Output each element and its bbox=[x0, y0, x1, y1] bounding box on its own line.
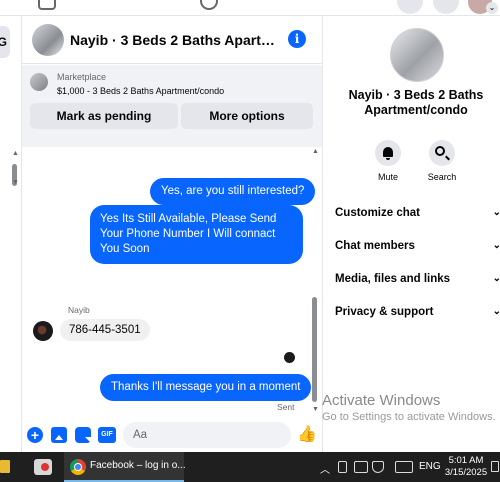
pinned-app-icon[interactable] bbox=[34, 459, 52, 475]
read-receipt-avatar bbox=[284, 352, 295, 363]
chevron-down-icon[interactable]: ⌄ bbox=[493, 269, 500, 289]
message-input-placeholder: Aa bbox=[133, 429, 148, 441]
keyboard-icon[interactable] bbox=[395, 461, 413, 473]
gaming-icon[interactable] bbox=[200, 0, 218, 10]
search-icon[interactable] bbox=[429, 140, 455, 166]
conversation-avatar[interactable] bbox=[32, 24, 64, 56]
listing-thumbnail[interactable] bbox=[30, 73, 48, 91]
incoming-message[interactable]: 786-445-3501 bbox=[60, 319, 150, 341]
section-customize-chat[interactable]: Customize chat ⌄ bbox=[335, 203, 500, 223]
watermark-title: Activate Windows bbox=[322, 392, 441, 409]
sticker-icon[interactable] bbox=[75, 427, 91, 443]
info-icon[interactable]: i bbox=[288, 30, 306, 48]
file-explorer-icon[interactable] bbox=[0, 460, 10, 473]
clock[interactable]: 5:01 AM 3/15/2025 bbox=[443, 455, 489, 479]
conversation-details-panel: Nayib · 3 Beds 2 Baths Apartment/condo M… bbox=[322, 16, 500, 452]
network-icon[interactable] bbox=[354, 461, 368, 473]
chevron-down-icon[interactable]: ⌄ bbox=[493, 236, 500, 256]
message-status: Sent bbox=[277, 402, 295, 412]
taskbar-window-title: Facebook – log in o... bbox=[90, 460, 186, 471]
chat-header: Nayib · 3 Beds 2 Baths Apartment/condo i bbox=[22, 16, 322, 64]
gif-icon[interactable]: GIF bbox=[98, 427, 116, 443]
chevron-down-icon[interactable]: ⌄ bbox=[493, 203, 500, 223]
outgoing-message[interactable]: Yes, are you still interested? bbox=[150, 178, 316, 205]
mute-action[interactable]: Mute bbox=[363, 140, 413, 182]
scroll-down-arrow-icon[interactable]: ▼ bbox=[12, 179, 19, 186]
outgoing-message[interactable]: Thanks I'll message you in a moment bbox=[100, 374, 312, 401]
bell-icon[interactable] bbox=[375, 140, 401, 166]
battery-icon[interactable] bbox=[338, 461, 347, 473]
thumbs-up-icon[interactable]: 👍 bbox=[297, 426, 317, 444]
notifications-icon[interactable] bbox=[433, 0, 459, 14]
chrome-icon bbox=[70, 459, 86, 475]
sender-name: Nayib bbox=[68, 305, 90, 315]
message-composer: + GIF Aa 👍 bbox=[22, 417, 382, 452]
clock-time: 5:01 AM bbox=[448, 455, 484, 466]
sender-avatar[interactable] bbox=[33, 321, 53, 341]
section-media-files-links[interactable]: Media, files and links ⌄ bbox=[335, 269, 500, 289]
taskbar-chrome-window[interactable]: Facebook – log in o... bbox=[64, 452, 186, 482]
thread-scrollbar[interactable]: ▲ ▼ bbox=[310, 147, 319, 417]
activate-windows-watermark: Activate Windows Go to Settings to activ… bbox=[322, 392, 500, 423]
message-input[interactable]: Aa bbox=[123, 422, 382, 448]
sidebar-partial-button[interactable]: G bbox=[0, 26, 10, 58]
listing-banner: Marketplace $1,000 - 3 Beds 2 Baths Apar… bbox=[22, 65, 322, 147]
outgoing-message[interactable]: Yes Its Still Available, Please Send You… bbox=[90, 205, 303, 264]
search-action[interactable]: Search bbox=[417, 140, 467, 182]
scroll-down-arrow-icon[interactable]: ▼ bbox=[312, 406, 319, 413]
plus-icon[interactable]: + bbox=[27, 427, 43, 443]
screen: ⌄ G ▲ ▼ Nayib · 3 Beds 2 Baths Apartment… bbox=[0, 0, 500, 482]
listing-source-label: Marketplace bbox=[57, 72, 107, 82]
conversation-large-avatar[interactable] bbox=[390, 28, 444, 82]
thread-scrollbar-thumb[interactable] bbox=[312, 297, 317, 402]
mute-label: Mute bbox=[377, 172, 398, 182]
section-label: Media, files and links bbox=[335, 273, 451, 285]
chevron-down-icon[interactable]: ⌄ bbox=[493, 302, 500, 322]
chevron-down-icon[interactable]: ⌄ bbox=[486, 2, 498, 14]
attach-image-icon[interactable] bbox=[51, 427, 67, 443]
top-navigation-bar: ⌄ bbox=[0, 0, 500, 16]
language-indicator[interactable]: ENG bbox=[419, 461, 441, 472]
section-label: Customize chat bbox=[335, 207, 420, 219]
marketplace-icon[interactable] bbox=[38, 0, 56, 10]
volume-icon[interactable] bbox=[372, 461, 384, 473]
chat-panel: Nayib · 3 Beds 2 Baths Apartment/condo i… bbox=[22, 16, 382, 452]
scroll-up-arrow-icon[interactable]: ▲ bbox=[12, 150, 19, 157]
conversation-name: Nayib · 3 Beds 2 Baths Apartment/condo bbox=[348, 88, 484, 117]
more-options-button[interactable]: More options bbox=[181, 103, 313, 129]
mark-as-pending-button[interactable]: Mark as pending bbox=[30, 103, 178, 129]
menu-icon[interactable] bbox=[397, 0, 423, 14]
watermark-subtitle: Go to Settings to activate Windows. bbox=[322, 411, 496, 423]
section-label: Chat members bbox=[335, 240, 415, 252]
chat-list-sidebar: G ▲ ▼ bbox=[0, 16, 22, 452]
section-privacy-support[interactable]: Privacy & support ⌄ bbox=[335, 302, 500, 322]
clock-date: 3/15/2025 bbox=[444, 467, 488, 478]
chevron-up-icon[interactable]: ︿ bbox=[320, 461, 330, 476]
windows-taskbar: Facebook – log in o... ︿ ENG 5:01 AM 3/1… bbox=[0, 452, 500, 482]
section-label: Privacy & support bbox=[335, 306, 434, 318]
listing-price-title[interactable]: $1,000 - 3 Beds 2 Baths Apartment/condo bbox=[57, 86, 224, 96]
search-label: Search bbox=[427, 172, 457, 182]
message-thread: Yes, are you still interested? Yes Its S… bbox=[22, 147, 322, 417]
conversation-title[interactable]: Nayib · 3 Beds 2 Baths Apartment/condo bbox=[70, 32, 286, 48]
scroll-up-arrow-icon[interactable]: ▲ bbox=[312, 148, 319, 155]
section-chat-members[interactable]: Chat members ⌄ bbox=[335, 236, 500, 256]
notification-center-icon[interactable] bbox=[491, 461, 499, 472]
